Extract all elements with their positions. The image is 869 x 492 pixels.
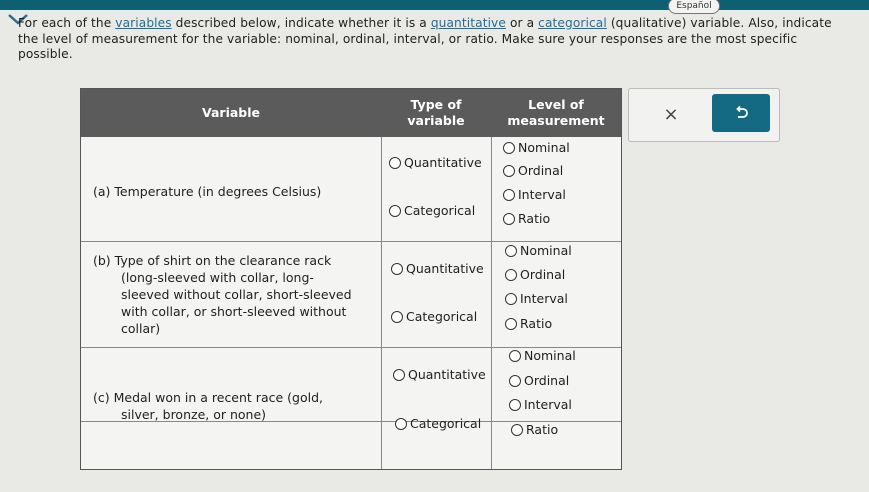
option-label: Ordinal	[524, 373, 570, 388]
type-option[interactable]: Categorical	[391, 309, 477, 324]
level-option[interactable]: Nominal	[503, 140, 570, 155]
variable-line: (b) Type of shirt on the clearance rack	[93, 253, 332, 268]
option-label: Interval	[524, 397, 572, 412]
instructions-part: or a	[505, 16, 539, 30]
option-label: Quantitative	[408, 367, 486, 382]
option-label: Ordinal	[518, 163, 564, 178]
instructions-text: For each of the variables described belo…	[18, 16, 853, 63]
level-option[interactable]: Ratio	[505, 316, 552, 331]
variable-line: collar)	[121, 321, 161, 336]
option-label: Nominal	[518, 140, 570, 155]
option-label: Ratio	[518, 211, 551, 226]
option-label: Ratio	[520, 316, 553, 331]
header-type: Type of variable	[407, 97, 465, 128]
option-label: Interval	[520, 291, 568, 306]
top-bar	[0, 0, 869, 10]
variable-a: (a) Temperature (in degrees Celsius)	[93, 184, 322, 199]
header-variable: Variable	[201, 105, 261, 120]
radio-button[interactable]	[505, 268, 517, 281]
variable-c: (c) Medal won in a recent race (gold, si…	[93, 389, 323, 423]
instructions-part: For each of the	[18, 16, 116, 30]
variables-table: Variable Type of variable Level of measu…	[80, 88, 622, 470]
level-option[interactable]: Nominal	[505, 243, 572, 258]
row-divider	[81, 241, 621, 242]
quantitative-link[interactable]: quantitative	[431, 16, 506, 30]
language-button[interactable]: Español	[668, 0, 720, 14]
level-option[interactable]: Ordinal	[505, 267, 565, 282]
variable-line: with collar, or short-sleeved without	[121, 304, 347, 319]
radio-button[interactable]	[389, 204, 401, 217]
radio-button[interactable]	[511, 423, 523, 436]
variable-line: (c) Medal won in a recent race (gold,	[93, 390, 323, 405]
undo-button[interactable]	[712, 94, 770, 132]
radio-button[interactable]	[503, 212, 515, 225]
variable-b: (b) Type of shirt on the clearance rack …	[93, 252, 352, 337]
radio-button[interactable]	[395, 417, 407, 430]
header-level: Level of measurement	[507, 97, 605, 128]
instructions-part: described below, indicate whether it is …	[171, 16, 431, 30]
radio-button[interactable]	[505, 317, 517, 330]
categorical-link[interactable]: categorical	[538, 16, 607, 30]
type-option[interactable]: Quantitative	[393, 367, 486, 382]
undo-icon	[736, 105, 748, 118]
level-option[interactable]: Ratio	[503, 211, 550, 226]
option-label: Quantitative	[404, 155, 482, 170]
radio-button[interactable]	[389, 156, 401, 169]
radio-button[interactable]	[393, 368, 405, 381]
level-option[interactable]: Ordinal	[503, 163, 563, 178]
option-label: Ordinal	[520, 267, 566, 282]
type-option[interactable]: Categorical	[395, 416, 481, 431]
variables-link[interactable]: variables	[115, 16, 171, 30]
radio-button[interactable]	[503, 188, 515, 201]
option-label: Nominal	[524, 348, 576, 363]
level-option[interactable]: Ordinal	[509, 373, 569, 388]
radio-button[interactable]	[505, 244, 517, 257]
type-option[interactable]: Quantitative	[389, 155, 482, 170]
radio-button[interactable]	[391, 262, 403, 275]
level-option[interactable]: Ratio	[511, 422, 558, 437]
column-divider	[491, 137, 492, 469]
option-label: Quantitative	[406, 261, 484, 276]
radio-button[interactable]	[503, 141, 515, 154]
clear-button[interactable]: ×	[641, 96, 701, 132]
type-option[interactable]: Categorical	[389, 203, 475, 218]
option-label: Ratio	[526, 422, 559, 437]
level-option[interactable]: Interval	[509, 397, 572, 412]
column-divider	[381, 137, 382, 469]
level-option[interactable]: Interval	[505, 291, 568, 306]
type-option[interactable]: Quantitative	[391, 261, 484, 276]
variable-line: silver, bronze, or none)	[121, 407, 267, 422]
option-label: Categorical	[410, 416, 482, 431]
variable-line: sleeved without collar, short-sleeved	[121, 287, 352, 302]
level-option[interactable]: Nominal	[509, 348, 576, 363]
close-icon: ×	[663, 103, 679, 125]
radio-button[interactable]	[391, 310, 403, 323]
radio-button[interactable]	[509, 349, 521, 362]
radio-button[interactable]	[505, 292, 517, 305]
option-label: Interval	[518, 187, 566, 202]
option-label: Categorical	[406, 309, 478, 324]
radio-button[interactable]	[509, 374, 521, 387]
table-header: Variable Type of variable Level of measu…	[81, 89, 621, 137]
variable-line: (long-sleeved with collar, long-	[121, 270, 314, 285]
level-option[interactable]: Interval	[503, 187, 566, 202]
option-label: Nominal	[520, 243, 572, 258]
radio-button[interactable]	[503, 164, 515, 177]
option-label: Categorical	[404, 203, 476, 218]
radio-button[interactable]	[509, 398, 521, 411]
